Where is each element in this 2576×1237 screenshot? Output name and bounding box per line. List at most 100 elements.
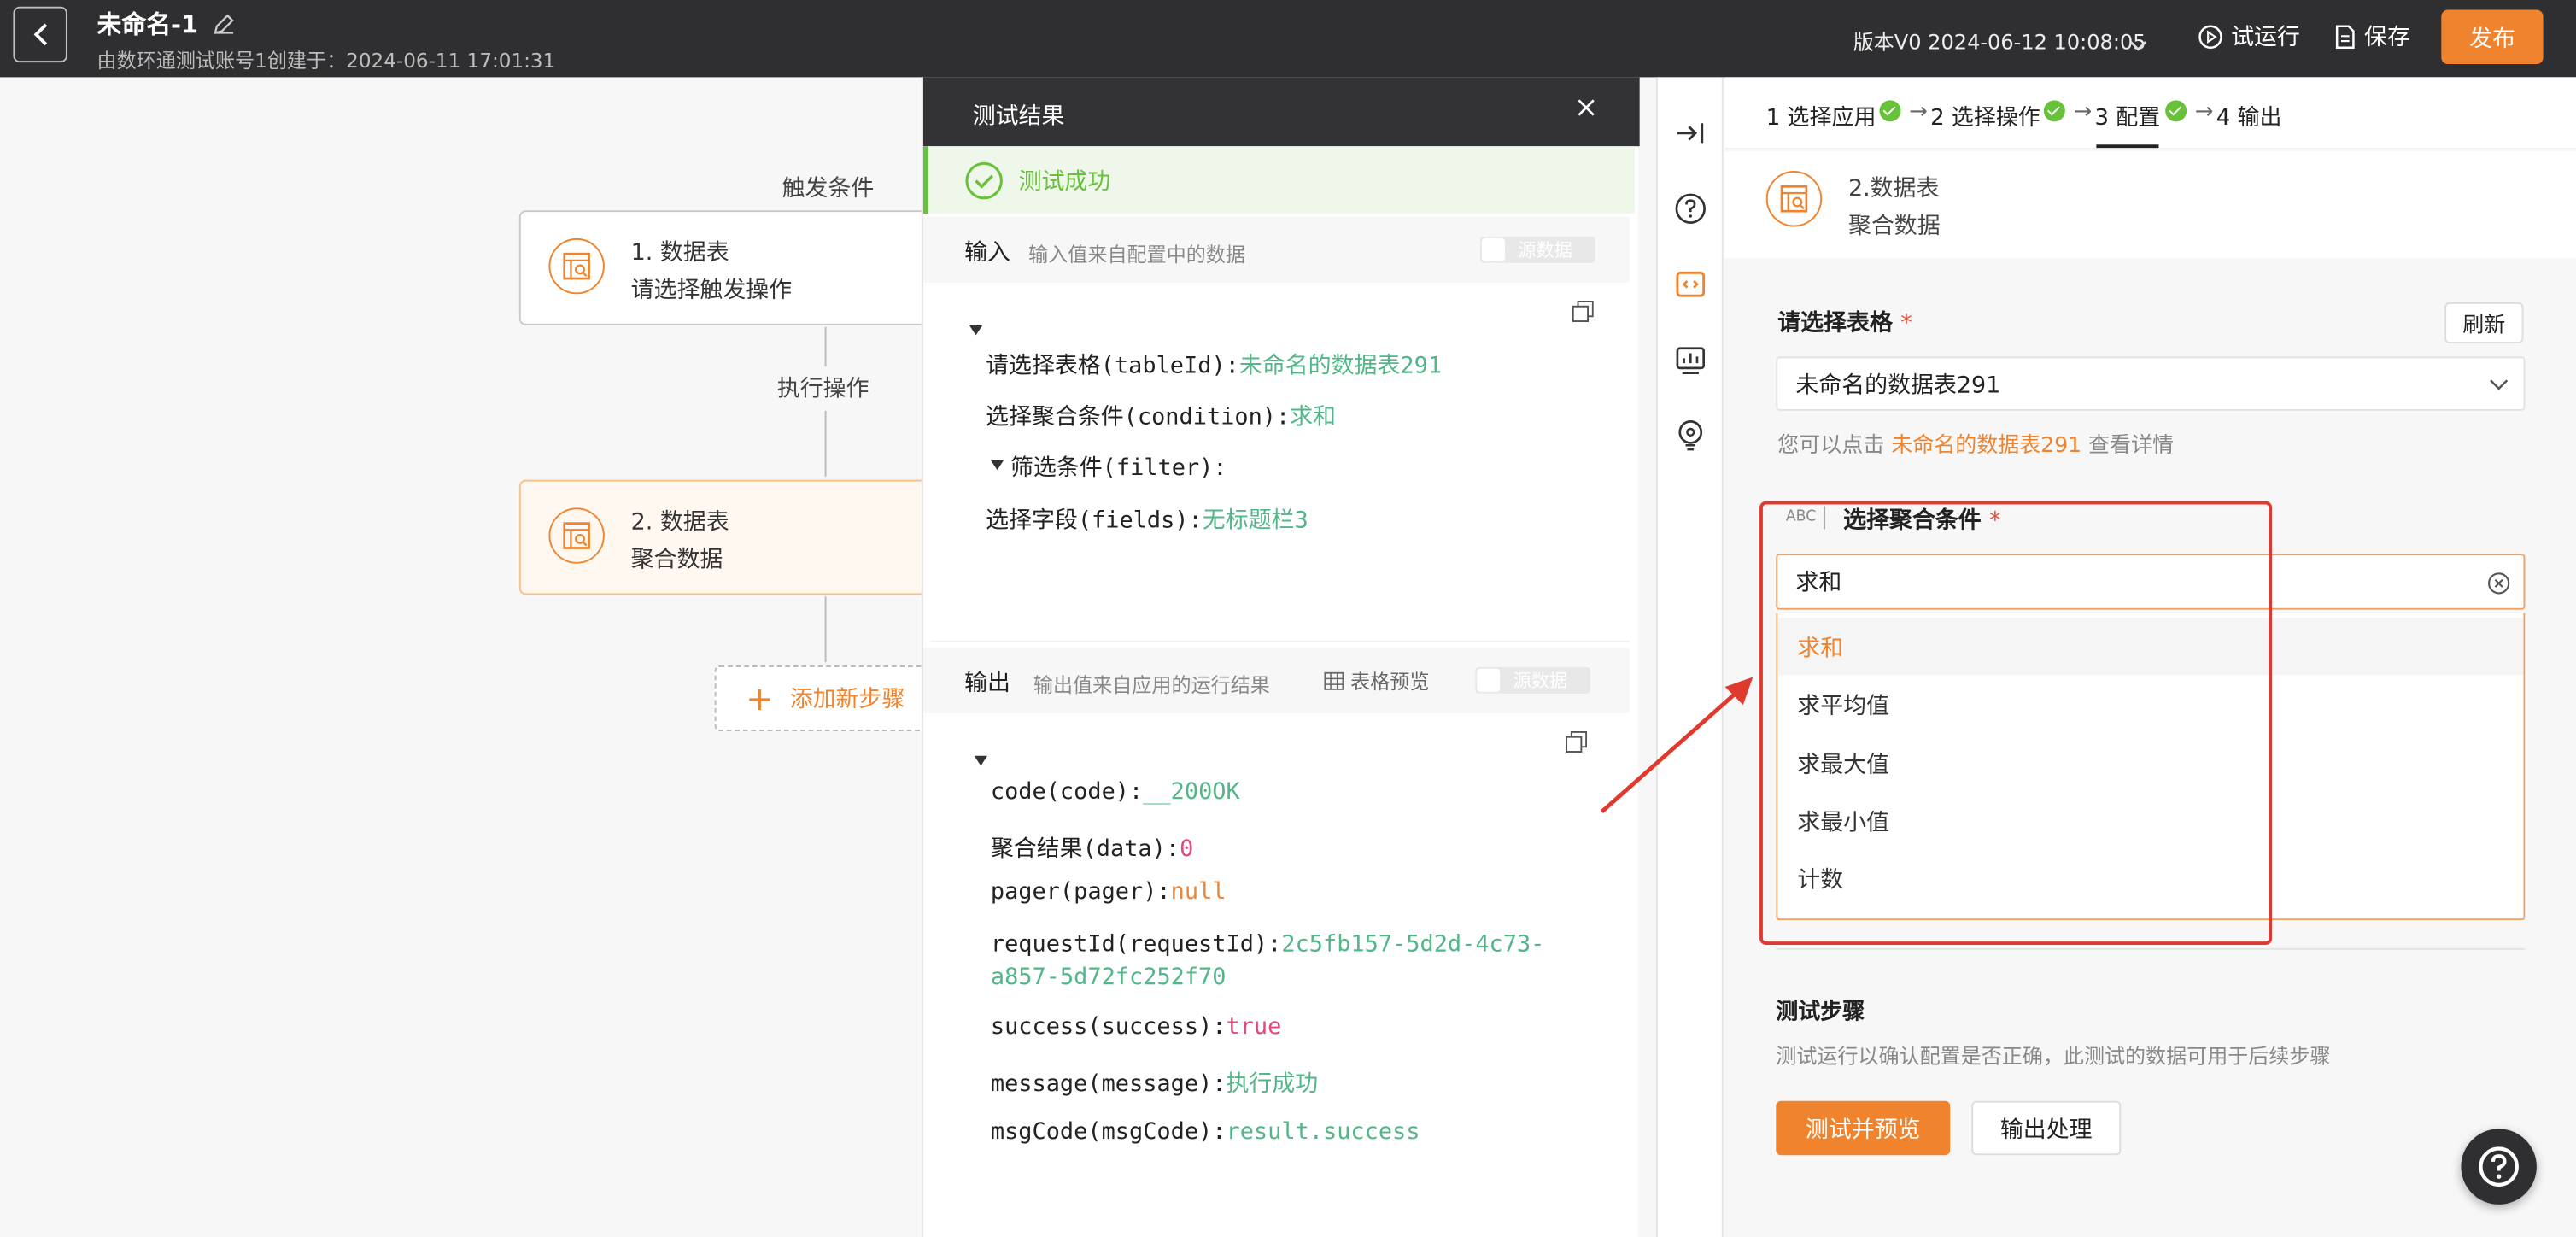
output-row-continued: a857-5d72fc252f70 (990, 964, 1227, 991)
input-row: 筛选条件(filter): (1010, 454, 1227, 482)
copy-icon[interactable] (1566, 730, 1588, 753)
table-detail-link[interactable]: 未命名的数据表291 (1891, 434, 2081, 459)
close-icon[interactable] (1576, 97, 1597, 125)
exec-label: 执行操作 (776, 376, 869, 403)
code-icon[interactable] (1674, 268, 1707, 301)
check-circle-icon (965, 161, 1003, 199)
data-table-icon (1765, 171, 1823, 227)
connector-line (824, 326, 827, 366)
action-header: 2.数据表 聚合数据 (1724, 150, 2576, 258)
document-icon (2335, 24, 2355, 49)
collapse-triangle-icon[interactable] (990, 460, 1004, 471)
arrow-right-icon: → (2194, 98, 2214, 126)
help-icon[interactable] (1674, 192, 1707, 225)
data-table-icon (548, 507, 605, 564)
back-button[interactable] (13, 6, 67, 63)
collapse-triangle-icon[interactable] (969, 325, 983, 336)
arrow-right-icon: → (2073, 98, 2093, 126)
check-icon (1879, 100, 1901, 122)
edit-title-icon[interactable] (212, 11, 235, 43)
output-row: success(success):true (990, 1013, 1282, 1041)
add-step-button[interactable]: + 添加新步骤 (714, 665, 928, 731)
table-select[interactable]: 未命名的数据表291 (1776, 356, 2526, 411)
trigger-label: 触发条件 (782, 175, 875, 202)
chevron-left-icon (32, 23, 47, 46)
node-subtitle: 聚合数据 (630, 547, 723, 574)
step-tabs: 1 选择应用 → 2 选择操作 → 3 配置 → 4 输出 (1724, 77, 2576, 150)
step-config[interactable]: 3 配置 (2094, 98, 2160, 132)
chart-icon[interactable] (1674, 343, 1707, 376)
table-field-label: 请选择表格 * (1777, 310, 1912, 337)
node-subtitle: 请选择触发操作 (630, 278, 793, 304)
output-row: code(code):__200OK (990, 778, 1240, 806)
input-row: 请选择表格(tableId):未命名的数据表291 (986, 353, 1443, 380)
node-title: 1. 数据表 (630, 239, 729, 267)
connector-line (824, 596, 827, 663)
input-row: 选择字段(fields):无标题栏3 (986, 507, 1308, 535)
save-button[interactable]: 保存 (2334, 20, 2410, 52)
refresh-button[interactable]: 刷新 (2444, 302, 2524, 344)
chevron-down-icon[interactable] (2129, 28, 2147, 60)
connector-line (824, 410, 827, 477)
test-preview-button[interactable]: 测试并预览 (1776, 1100, 1951, 1156)
input-desc: 输入值来自配置中的数据 (1028, 243, 1246, 267)
location-pin-icon[interactable] (1674, 419, 1707, 451)
table-preview-button[interactable]: 表格预览 (1324, 667, 1429, 695)
arrow-right-icon: → (1909, 98, 1928, 126)
plus-icon: + (746, 678, 774, 718)
flow-node-action[interactable]: 2. 数据表 聚合数据 (518, 479, 930, 595)
required-mark: * (1900, 310, 1912, 337)
version-selector[interactable]: 版本V0 2024-06-12 10:08:05 (1853, 25, 2146, 56)
output-process-button[interactable]: 输出处理 (1971, 1100, 2122, 1156)
divider (929, 641, 1630, 643)
output-row: requestId(requestId):2c5fb157-5d2d-4c73- (990, 931, 1545, 959)
top-bar: 未命名-1 由数环通测试账号1创建于：2024-06-11 17:01:31 版… (0, 0, 2576, 78)
step-output[interactable]: 4 输出 (2216, 98, 2282, 132)
test-result-panel: 测试结果 测试成功 输入 输入值来自配置中的数据 源数据 请选择表格(table… (922, 77, 1640, 1237)
annotation-highlight-box (1759, 501, 2273, 946)
chevron-down-icon (2490, 379, 2509, 390)
side-icon-strip (1655, 77, 1724, 1237)
input-row: 选择聚合条件(condition):求和 (986, 404, 1337, 431)
panel-title: 测试结果 (972, 103, 1065, 130)
table-icon (1324, 671, 1344, 690)
publish-button[interactable]: 发布 (2441, 9, 2544, 65)
source-data-toggle[interactable]: 源数据 (1475, 666, 1590, 694)
input-section-header: 输入 输入值来自配置中的数据 源数据 (923, 216, 1630, 283)
output-heading: 输出 (964, 670, 1010, 697)
section-divider (1776, 947, 2526, 950)
output-row: 聚合结果(data):0 (990, 836, 1194, 863)
data-table-icon (548, 237, 605, 295)
node-title: 2. 数据表 (630, 509, 729, 536)
play-circle-icon (2198, 24, 2222, 49)
step-select-action[interactable]: 2 选择操作 (1930, 98, 2040, 132)
test-step-desc: 测试运行以确认配置是否正确，此测试的数据可用于后续步骤 (1776, 1043, 2331, 1069)
collapse-triangle-icon[interactable] (974, 755, 988, 766)
annotation-arrow (1600, 677, 1753, 814)
input-heading: 输入 (964, 239, 1010, 267)
action-app-name: 2.数据表 (1847, 175, 1940, 202)
page-title: 未命名-1 (97, 9, 199, 40)
step-select-app[interactable]: 1 选择应用 (1766, 98, 1876, 132)
test-step-title: 测试步骤 (1776, 999, 1865, 1026)
help-chat-button[interactable] (2461, 1129, 2537, 1205)
active-step-underline (2096, 144, 2159, 149)
panel-header: 测试结果 (923, 77, 1640, 147)
created-info: 由数环通测试账号1创建于：2024-06-11 17:01:31 (97, 49, 556, 73)
flow-node-trigger[interactable]: 1. 数据表 请选择触发操作 (518, 210, 930, 325)
action-name: 聚合数据 (1847, 214, 1941, 240)
check-icon (2043, 100, 2065, 122)
source-data-toggle[interactable]: 源数据 (1480, 236, 1595, 263)
success-banner: 测试成功 (923, 146, 1635, 214)
trial-run-button[interactable]: 试运行 (2198, 20, 2300, 52)
output-desc: 输出值来自应用的运行结果 (1033, 673, 1270, 697)
output-row: pager(pager):null (990, 879, 1227, 906)
clear-circle-icon[interactable] (2487, 572, 2510, 595)
table-hint: 您可以点击 未命名的数据表291 查看详情 (1777, 433, 2175, 459)
collapse-panel-icon[interactable] (1674, 117, 1707, 149)
output-row: message(message):执行成功 (990, 1071, 1319, 1098)
check-icon (2165, 100, 2187, 122)
output-row: msgCode(msgCode):result.success (990, 1118, 1420, 1146)
question-icon (2479, 1146, 2519, 1187)
copy-icon[interactable] (1572, 301, 1594, 323)
